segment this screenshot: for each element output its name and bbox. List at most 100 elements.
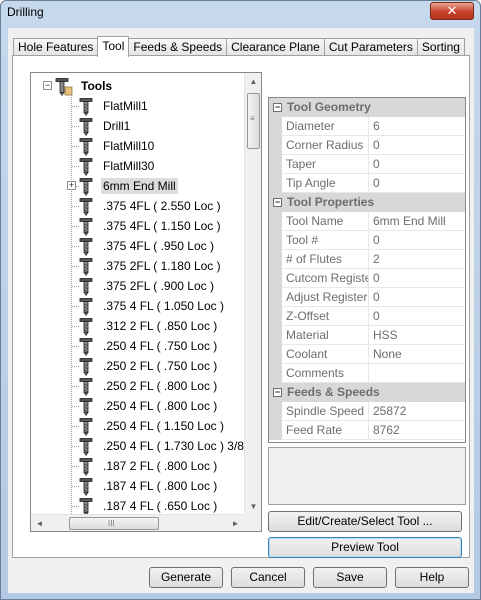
property-value[interactable]: HSS xyxy=(370,326,465,345)
collapse-icon[interactable]: − xyxy=(273,388,282,397)
property-value[interactable]: None xyxy=(370,345,465,364)
tree-root-tools[interactable]: − Tools xyxy=(31,76,244,97)
tool-icon xyxy=(79,318,93,337)
tree-item[interactable]: .250 2 FL ( .800 Loc ) xyxy=(31,376,244,397)
property-row[interactable]: Comments xyxy=(269,364,465,383)
property-name: # of Flutes xyxy=(283,250,369,269)
property-row[interactable]: Cutcom Registe 0 xyxy=(269,269,465,288)
tree-item[interactable]: .250 4 FL ( .800 Loc ) xyxy=(31,396,244,417)
property-row[interactable]: Tip Angle 0 xyxy=(269,174,465,193)
property-value[interactable]: 25872 xyxy=(370,402,465,421)
property-row[interactable]: Coolant None xyxy=(269,345,465,364)
category-tool-geometry[interactable]: − Tool Geometry xyxy=(269,98,465,117)
cancel-button[interactable]: Cancel xyxy=(231,567,305,588)
tool-icon xyxy=(79,378,93,397)
tree-item[interactable]: .250 4 FL ( 1.150 Loc ) xyxy=(31,416,244,437)
tab-hole-features[interactable]: Hole Features xyxy=(13,38,99,56)
tree-item[interactable]: .250 4 FL ( .750 Loc ) xyxy=(31,336,244,357)
tool-tab-panel: − Tools FlatMill1 Drill1 FlatMill10 FlatMill3… xyxy=(12,55,470,558)
tab-cut-parameters[interactable]: Cut Parameters xyxy=(323,38,418,56)
tool-tree[interactable]: − Tools FlatMill1 Drill1 FlatMill10 FlatMill3… xyxy=(30,72,262,532)
tree-item[interactable]: .375 2FL ( .900 Loc ) xyxy=(31,276,244,297)
tree-item[interactable]: FlatMill10 xyxy=(31,136,244,157)
tree-item[interactable]: .187 4 FL ( .800 Loc ) xyxy=(31,476,244,497)
property-row[interactable]: Tool #0 xyxy=(269,231,465,250)
category-feeds-speeds[interactable]: − Feeds & Speeds xyxy=(269,383,465,402)
tool-property-grid[interactable]: − Tool Geometry Diameter 6 Corner Radius 0 Tap… xyxy=(268,97,466,443)
tool-icon xyxy=(79,338,93,357)
property-row[interactable]: Tool Name 6mm End Mill xyxy=(269,212,465,231)
property-row[interactable]: Feed Rate 8762 xyxy=(269,421,465,440)
vertical-scroll-thumb[interactable]: ≡ xyxy=(247,93,260,149)
tree-item[interactable]: FlatMill1 xyxy=(31,96,244,117)
property-row[interactable]: Z-Offset 0 xyxy=(269,307,465,326)
tree-item[interactable]: +6mm End Mill xyxy=(31,176,244,197)
help-button[interactable]: Help xyxy=(395,567,469,588)
tree-item-label: .250 2 FL ( .750 Loc ) xyxy=(103,359,218,373)
property-value[interactable]: 6mm End Mill xyxy=(370,212,465,231)
scroll-up-arrow-icon[interactable]: ▲ xyxy=(245,73,261,90)
property-name: Corner Radius xyxy=(283,136,369,155)
property-value[interactable]: 8762 xyxy=(370,421,465,440)
scroll-right-arrow-icon[interactable]: ► xyxy=(227,515,244,531)
property-value[interactable]: 0 xyxy=(370,231,465,250)
property-row[interactable]: Spindle Speed 25872 xyxy=(269,402,465,421)
tree-branch-line xyxy=(72,506,79,507)
property-name: Material xyxy=(283,326,369,345)
title-bar[interactable]: Drilling ✕ xyxy=(1,1,480,25)
scroll-down-arrow-icon[interactable]: ▼ xyxy=(245,498,261,515)
edit-create-select-tool-button[interactable]: Edit/Create/Select Tool ... xyxy=(268,511,462,532)
property-row[interactable]: Adjust Register 0 xyxy=(269,288,465,307)
property-value[interactable]: 0 xyxy=(370,288,465,307)
tree-item[interactable]: .375 4FL ( 2.550 Loc ) xyxy=(31,196,244,217)
category-tool-properties[interactable]: − Tool Properties xyxy=(269,193,465,212)
tree-item[interactable]: .187 2 FL ( .800 Loc ) xyxy=(31,456,244,477)
tree-item[interactable]: FlatMill30 xyxy=(31,156,244,177)
tree-item[interactable]: .375 4 FL ( 1.050 Loc ) xyxy=(31,296,244,317)
property-value[interactable]: 0 xyxy=(370,174,465,193)
property-value[interactable]: 0 xyxy=(370,269,465,288)
tab-feeds-speeds[interactable]: Feeds & Speeds xyxy=(128,38,228,56)
tree-item[interactable]: .250 4 FL ( 1.730 Loc ) 3/8 S xyxy=(31,436,244,457)
tree-item[interactable]: .187 4 FL ( .650 Loc ) xyxy=(31,496,244,515)
tree-item-label: .250 4 FL ( 1.150 Loc ) xyxy=(103,419,224,433)
tab-sorting[interactable]: Sorting xyxy=(416,38,465,56)
property-row[interactable]: # of Flutes 2 xyxy=(269,250,465,269)
tree-item[interactable]: .375 2FL ( 1.180 Loc ) xyxy=(31,256,244,277)
tool-icon xyxy=(79,118,93,137)
expand-icon[interactable]: + xyxy=(67,181,76,190)
property-row[interactable]: Diameter 6 xyxy=(269,117,465,136)
close-button[interactable]: ✕ xyxy=(430,2,474,20)
property-value[interactable]: 0 xyxy=(370,155,465,174)
tab-tool[interactable]: Tool xyxy=(97,36,130,57)
collapse-icon[interactable]: − xyxy=(43,81,52,90)
tree-item[interactable]: .312 2 FL ( .850 Loc ) xyxy=(31,316,244,337)
property-value[interactable]: 2 xyxy=(370,250,465,269)
horizontal-scroll-thumb[interactable]: III xyxy=(69,517,159,530)
scroll-left-arrow-icon[interactable]: ◄ xyxy=(31,515,48,531)
tree-item[interactable]: Drill1 xyxy=(31,116,244,137)
tree-vertical-scrollbar[interactable]: ▲ ≡ ▼ xyxy=(244,73,261,515)
property-row[interactable]: Taper 0 xyxy=(269,155,465,174)
save-button[interactable]: Save xyxy=(313,567,387,588)
property-row[interactable]: Corner Radius 0 xyxy=(269,136,465,155)
property-value[interactable]: 6 xyxy=(370,117,465,136)
property-value[interactable]: 0 xyxy=(370,307,465,326)
tool-icon xyxy=(79,258,93,277)
tree-item-label: .375 2FL ( .900 Loc ) xyxy=(103,279,214,293)
category-label: Tool Properties xyxy=(287,195,375,209)
property-row[interactable]: Material HSS xyxy=(269,326,465,345)
property-value[interactable]: 0 xyxy=(370,136,465,155)
property-value[interactable] xyxy=(370,364,465,383)
generate-button[interactable]: Generate xyxy=(149,567,223,588)
collapse-icon[interactable]: − xyxy=(273,198,282,207)
tree-horizontal-scrollbar[interactable]: ◄ III ► xyxy=(31,514,244,531)
tree-item[interactable]: .375 4FL ( 1.150 Loc ) xyxy=(31,216,244,237)
tool-icon xyxy=(79,498,93,515)
tab-clearance-plane[interactable]: Clearance Plane xyxy=(226,38,325,56)
property-name: Diameter xyxy=(283,117,369,136)
tree-item[interactable]: .250 2 FL ( .750 Loc ) xyxy=(31,356,244,377)
collapse-icon[interactable]: − xyxy=(273,103,282,112)
preview-tool-button[interactable]: Preview Tool xyxy=(268,537,462,558)
tree-item[interactable]: .375 4FL ( .950 Loc ) xyxy=(31,236,244,257)
